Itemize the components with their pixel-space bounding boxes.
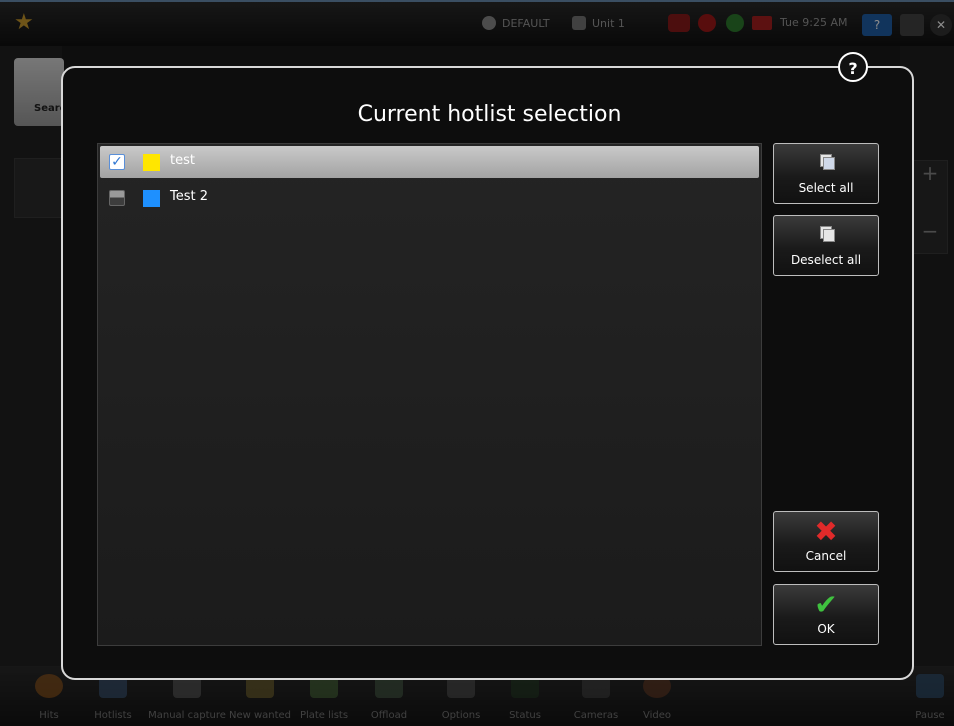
deselect-all-label: Deselect all (790, 253, 862, 267)
color-swatch (143, 190, 160, 207)
checkbox-unchecked[interactable] (109, 190, 125, 206)
color-swatch (143, 154, 160, 171)
hotlist-list[interactable]: ✓ test Test 2 (97, 143, 762, 646)
deselect-all-icon (820, 226, 835, 242)
hotlist-name: Test 2 (170, 189, 209, 204)
select-all-button[interactable]: Select all (773, 143, 879, 204)
cancel-label: Cancel (805, 549, 847, 563)
checkmark-icon: ✔ (814, 588, 838, 621)
cancel-button[interactable]: ✖ Cancel (773, 511, 879, 572)
checkbox-checked[interactable]: ✓ (109, 154, 125, 170)
hotlist-row-test-2[interactable]: Test 2 (100, 182, 759, 214)
hotlist-row-test[interactable]: ✓ test (100, 146, 759, 178)
hotlist-name: test (170, 153, 195, 168)
dialog-title: Current hotlist selection (357, 102, 622, 127)
cancel-x-icon: ✖ (814, 515, 838, 548)
ok-label: OK (817, 622, 835, 636)
hotlist-selection-dialog: Current hotlist selection ✓ test Test 2 … (61, 66, 914, 680)
select-all-icon (820, 154, 835, 170)
deselect-all-button[interactable]: Deselect all (773, 215, 879, 276)
select-all-label: Select all (798, 181, 854, 195)
dialog-help-button[interactable]: ? (838, 52, 868, 82)
ok-button[interactable]: ✔ OK (773, 584, 879, 645)
